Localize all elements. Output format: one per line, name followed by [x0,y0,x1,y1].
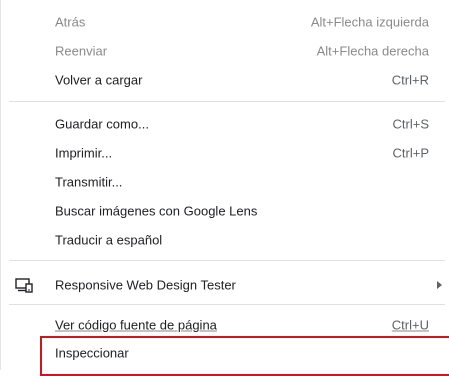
highlight-box [40,336,449,376]
menu-divider [9,101,445,102]
menu-item-back[interactable]: Atrás Alt+Flecha izquierda [1,10,449,34]
menu-divider [9,304,445,305]
menu-item-back-shortcut: Alt+Flecha izquierda [310,14,429,30]
menu-divider [9,260,445,261]
responsive-devices-icon [15,277,33,293]
menu-item-view-source-label: Ver código fuente de página [55,317,217,333]
menu-item-view-source[interactable]: Ver código fuente de página Ctrl+U [1,313,449,337]
menu-item-reload-label: Volver a cargar [55,72,143,88]
menu-item-translate[interactable]: Traducir a español [1,228,449,252]
menu-item-save-as-shortcut: Ctrl+S [392,116,429,132]
menu-item-extension[interactable]: Responsive Web Design Tester [1,273,449,297]
context-menu: Atrás Alt+Flecha izquierda Reenviar Alt+… [0,0,449,376]
menu-item-print[interactable]: Imprimir... Ctrl+P [1,141,449,165]
menu-item-translate-label: Traducir a español [55,232,163,248]
menu-item-view-source-shortcut: Ctrl+U [391,317,429,333]
menu-item-print-shortcut: Ctrl+P [392,145,429,161]
menu-item-google-lens[interactable]: Buscar imágenes con Google Lens [1,199,449,223]
menu-item-google-lens-label: Buscar imágenes con Google Lens [55,203,258,219]
menu-item-back-label: Atrás [55,14,86,30]
menu-item-reload-shortcut: Ctrl+R [391,72,429,88]
menu-item-forward-shortcut: Alt+Flecha derecha [316,43,429,59]
menu-item-extension-label: Responsive Web Design Tester [55,277,236,293]
submenu-arrow-icon [437,281,442,289]
menu-item-save-as-label: Guardar como... [55,116,149,132]
menu-item-forward-label: Reenviar [55,43,108,59]
menu-item-cast-label: Transmitir... [55,174,123,190]
menu-item-forward[interactable]: Reenviar Alt+Flecha derecha [1,39,449,63]
menu-item-cast[interactable]: Transmitir... [1,170,449,194]
menu-item-reload[interactable]: Volver a cargar Ctrl+R [1,68,449,92]
menu-item-print-label: Imprimir... [55,145,113,161]
menu-item-save-as[interactable]: Guardar como... Ctrl+S [1,112,449,136]
